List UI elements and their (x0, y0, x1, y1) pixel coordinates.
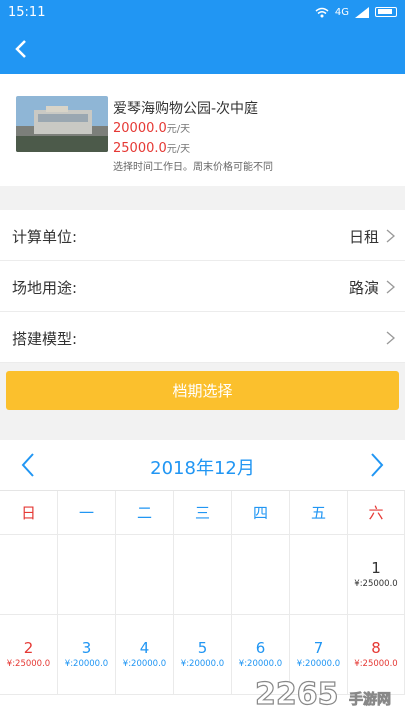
watermark-text: 2265 (255, 677, 339, 712)
day-number: 5 (197, 639, 208, 657)
day-price: ¥:25000.0 (354, 579, 398, 589)
day-number: 2 (23, 639, 34, 657)
day-price: ¥:25000.0 (6, 659, 51, 669)
price-weekday-value: 20000.0 (113, 121, 167, 136)
calendar-empty-cell (116, 535, 174, 615)
status-icons: 4G (315, 6, 397, 18)
calendar-empty-cell (58, 535, 116, 615)
price-unit: 元/天 (166, 144, 191, 155)
calendar-day[interactable]: 2 ¥:25000.0 (0, 615, 58, 695)
day-number: 1 (371, 559, 381, 577)
venue-name: 爱琴海购物公园-次中庭 (113, 101, 259, 117)
build-model-label: 搭建模型: (12, 330, 78, 348)
billing-unit-row[interactable]: 计算单位: 日租 (0, 210, 405, 261)
calendar-empty-cell (232, 535, 290, 615)
calendar-day[interactable]: 1 ¥:25000.0 (348, 535, 405, 615)
day-number: 4 (139, 639, 150, 657)
weekday-sun: 日 (0, 491, 58, 535)
day-price: ¥:25000.0 (354, 659, 398, 669)
chevron-right-icon (386, 229, 395, 243)
form-rows: 计算单位: 日租 场地用途: 路演 搭建模型: (0, 210, 405, 363)
price-weekend-value: 25000.0 (113, 141, 167, 156)
day-number: 3 (81, 639, 92, 657)
billing-unit-label: 计算单位: (12, 228, 78, 246)
billing-unit-value: 日租 (348, 228, 379, 246)
calendar-day[interactable]: 4 ¥:20000.0 (116, 615, 174, 695)
price-unit: 元/天 (166, 124, 191, 135)
weekday-sat: 六 (348, 491, 405, 535)
site-watermark: 2265 手游网 (254, 676, 391, 712)
day-price: ¥:20000.0 (122, 659, 167, 669)
build-model-row[interactable]: 搭建模型: (0, 312, 405, 363)
chevron-right-icon[interactable] (367, 452, 387, 478)
price-weekday: 20000.0元/天 (113, 120, 190, 136)
nav-bar (0, 24, 405, 74)
chevron-right-icon (386, 280, 395, 294)
wifi-icon (315, 7, 329, 17)
day-price: ¥:20000.0 (296, 659, 341, 669)
signal-icon (355, 6, 369, 18)
chevron-right-icon (386, 331, 395, 345)
calendar-empty-cell (0, 535, 58, 615)
calendar-empty-cell (174, 535, 232, 615)
venue-note: 选择时间工作日。周末价格可能不同 (113, 162, 273, 173)
status-time: 15:11 (8, 4, 46, 20)
weekday-fri: 五 (290, 491, 348, 535)
price-weekend: 25000.0元/天 (113, 140, 190, 156)
venue-purpose-label: 场地用途: (12, 279, 78, 297)
day-price: ¥:20000.0 (180, 659, 225, 669)
weekday-mon: 一 (58, 491, 116, 535)
calendar-day[interactable]: 3 ¥:20000.0 (58, 615, 116, 695)
venue-thumbnail (16, 96, 108, 152)
calendar-empty-cell (290, 535, 348, 615)
watermark-subtext: 手游网 (349, 691, 391, 708)
calendar-title: 2018年12月 (150, 458, 255, 479)
day-number: 6 (255, 639, 266, 657)
day-number: 8 (371, 639, 381, 657)
day-number: 7 (313, 639, 324, 657)
battery-icon (375, 7, 397, 17)
weekday-thu: 四 (232, 491, 290, 535)
venue-purpose-value: 路演 (348, 279, 379, 297)
day-price: ¥:20000.0 (238, 659, 283, 669)
day-price: ¥:20000.0 (64, 659, 109, 669)
calendar-day[interactable]: 5 ¥:20000.0 (174, 615, 232, 695)
weekday-wed: 三 (174, 491, 232, 535)
weekday-tue: 二 (116, 491, 174, 535)
venue-purpose-row[interactable]: 场地用途: 路演 (0, 261, 405, 312)
calendar-header: 2018年12月 (0, 440, 405, 490)
back-arrow-icon[interactable] (8, 34, 38, 64)
schedule-select-button[interactable]: 档期选择 (6, 371, 399, 410)
venue-card[interactable]: 爱琴海购物公园-次中庭 20000.0元/天 25000.0元/天 选择时间工作… (0, 74, 405, 186)
status-bar: 15:11 4G (0, 0, 405, 24)
network-type: 4G (334, 6, 349, 18)
